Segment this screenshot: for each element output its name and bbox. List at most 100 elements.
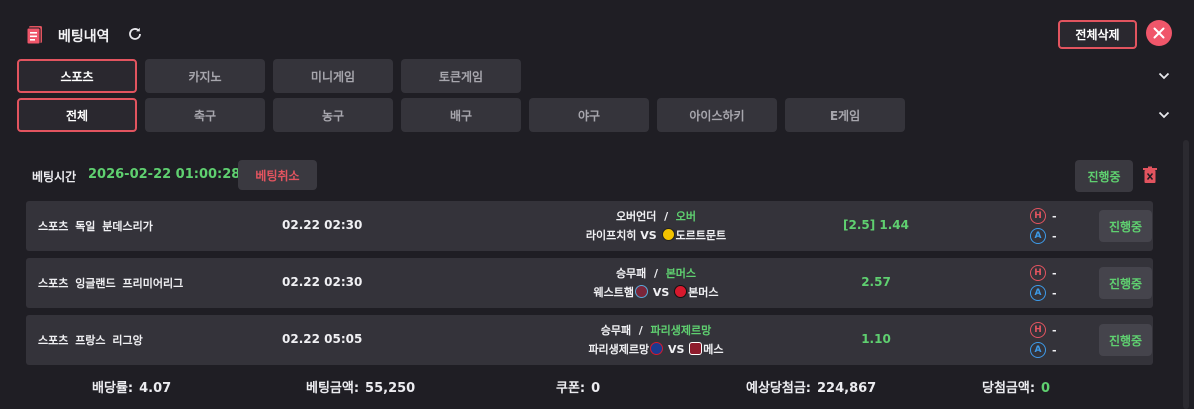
tab-ice-hockey[interactable]: 아이스하키 [657,98,777,132]
bet-summary: 배당률: 4.07 베팅금액: 55,250 쿠폰: 0 예상당첨금: 224,867 … [0,370,1194,406]
summary-expected-value: 224,867 [817,381,877,396]
tab-minigame[interactable]: 미니게임 [273,59,393,93]
refresh-icon[interactable] [127,26,143,42]
home-score: - [1052,266,1057,280]
summary-win: 당첨금액: 0 [982,377,1050,396]
vs-label: VS [640,229,657,242]
chevron-down-icon[interactable] [1158,110,1170,120]
summary-amount-label: 베팅금액: [306,381,360,396]
odds: 1.10 [861,332,891,346]
tab-all[interactable]: 전체 [17,98,137,132]
summary-win-value: 0 [1041,381,1051,396]
tab-token-game[interactable]: 토큰게임 [401,59,521,93]
market-name: 승무패 [615,267,647,280]
summary-odds: 배당률: 4.07 [92,377,171,396]
summary-amount: 베팅금액: 55,250 [306,377,415,396]
x-icon [1153,27,1165,39]
cancel-bet-button[interactable]: 베팅취소 [238,160,317,190]
dortmund-crest-icon [661,228,675,241]
tab-basketball[interactable]: 농구 [273,98,393,132]
home-team: 파리생제르망 [588,343,650,356]
bet-pick: 승무패 / 본머스 [486,265,826,281]
separator: / [653,267,659,280]
bet-pick: 오버언더 / 오버 [486,208,826,224]
summary-coupon-label: 쿠폰: [556,381,586,396]
home-score: - [1052,323,1057,337]
status-badge: 진행중 [1099,324,1152,356]
odds: 2.57 [861,275,891,289]
home-badge: H [1030,208,1046,224]
matchup: 파리생제르망 VS 메스 [486,341,826,357]
match-time: 02.22 05:05 [282,332,363,346]
home-team: 라이프치히 [585,229,637,242]
bet-time-label: 베팅시간 [32,170,77,184]
vs-label: VS [652,286,670,299]
psg-crest-icon [650,342,664,355]
matchup: 웨스트햄 VS 본머스 [486,284,826,300]
market-name: 승무패 [600,324,632,337]
tab-volleyball[interactable]: 배구 [401,98,521,132]
vs-label: VS [668,343,685,356]
league-name: 스포츠 잉글랜드 프리미어리그 [38,277,184,290]
away-score: - [1052,229,1057,243]
selection: 파리생제르망 [650,324,712,337]
away-score: - [1052,286,1057,300]
page-title: 베팅내역 [58,29,110,45]
away-score: - [1052,343,1057,357]
category-tabs: 스포츠 카지노 미니게임 토큰게임 [0,59,1194,95]
status-badge: 진행중 [1075,160,1133,192]
tab-egame[interactable]: E게임 [785,98,905,132]
away-team: 본머스 [688,286,719,299]
tab-soccer[interactable]: 축구 [145,98,265,132]
summary-coupon: 쿠폰: 0 [556,377,600,396]
summary-amount-value: 55,250 [365,381,416,396]
scrollbar[interactable] [1183,140,1189,409]
home-team: 웨스트햄 [593,286,634,299]
separator: / [664,210,669,223]
bournemouth-crest-icon [674,285,688,298]
summary-coupon-value: 0 [591,381,601,396]
summary-odds-value: 4.07 [139,381,172,396]
away-team: 도르트문트 [675,229,727,242]
home-badge: H [1030,265,1046,281]
summary-expected: 예상당첨금: 224,867 [746,377,876,396]
chevron-down-icon[interactable] [1158,71,1170,81]
table-row: 스포츠 독일 분데스리가 02.22 02:30 오버언더 / 오버 라이프치히… [26,201,1153,251]
bet-info-bar: 베팅시간 2026-02-22 01:00:28 베팅취소 진행중 [0,156,1194,196]
away-badge: A [1030,342,1046,358]
status-badge: 진행중 [1099,267,1152,299]
score-info: H- A- [1030,206,1070,246]
bet-time-value: 2026-02-22 01:00:28 [88,167,241,182]
selection: 본머스 [665,267,697,280]
away-badge: A [1030,228,1046,244]
market-name: 오버언더 [615,210,657,223]
summary-expected-label: 예상당첨금: [746,381,811,396]
bet-pick: 승무패 / 파리생제르망 [486,322,826,338]
away-badge: A [1030,285,1046,301]
summary-win-label: 당첨금액: [982,381,1036,396]
odds: [2.5] 1.44 [842,218,909,232]
tab-sports[interactable]: 스포츠 [17,59,137,93]
table-row: 스포츠 잉글랜드 프리미어리그 02.22 02:30 승무패 / 본머스 웨스… [26,258,1153,308]
home-score: - [1052,209,1057,223]
match-time: 02.22 02:30 [282,218,363,232]
westham-crest-icon [634,285,648,298]
sport-tabs: 전체 축구 농구 배구 야구 아이스하키 E게임 [0,98,1194,134]
league-name: 스포츠 프랑스 리그앙 [38,334,143,347]
delete-all-button[interactable]: 전체삭제 [1058,20,1137,49]
away-team: 메스 [703,343,724,356]
status-badge: 진행중 [1099,210,1152,242]
separator: / [638,324,643,337]
score-info: H- A- [1030,263,1070,303]
tab-baseball[interactable]: 야구 [529,98,649,132]
metz-crest-icon [689,342,703,355]
match-time: 02.22 02:30 [282,275,363,289]
table-row: 스포츠 프랑스 리그앙 02.22 05:05 승무패 / 파리생제르망 파리생… [26,315,1153,365]
trash-icon[interactable] [1142,166,1158,184]
league-name: 스포츠 독일 분데스리가 [38,220,153,233]
home-badge: H [1030,322,1046,338]
close-icon[interactable] [1146,20,1172,46]
tab-casino[interactable]: 카지노 [145,59,265,93]
header: 베팅내역 전체삭제 [0,0,1194,58]
summary-odds-label: 배당률: [92,381,134,396]
